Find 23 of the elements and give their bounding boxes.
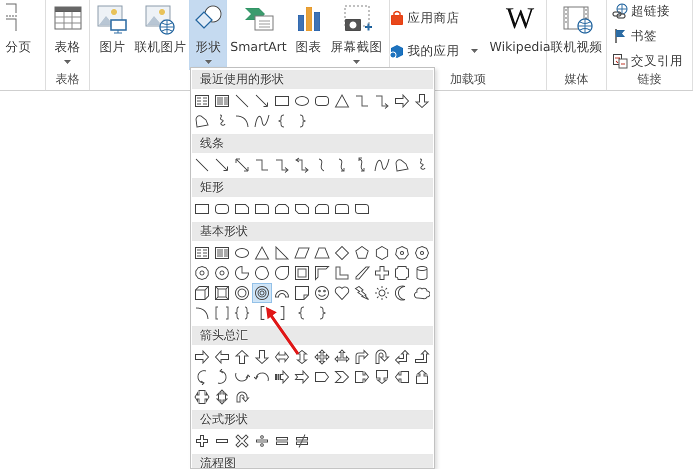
dropdown-button[interactable]: 表格: [50, 0, 86, 70]
group-label: 链接: [638, 72, 662, 86]
section-header: 箭头总汇: [192, 326, 433, 345]
group-label: 表格: [56, 72, 80, 86]
section-header: 矩形: [192, 178, 433, 197]
wikipedia-logo: W: [506, 3, 534, 35]
ribbon-button[interactable]: 超链接: [610, 1, 685, 22]
group-label: 加载项: [450, 72, 486, 86]
section-header: 线条: [192, 134, 433, 153]
ribbon-button[interactable]: 图片: [93, 0, 132, 70]
section-header: 公式形状: [192, 410, 433, 429]
section-header: 基本形状: [192, 222, 433, 241]
ribbon-button[interactable]: 书签: [610, 26, 685, 46]
ribbon-button[interactable]: 交叉引用: [610, 50, 685, 72]
dropdown-button[interactable]: 我的应用: [386, 40, 480, 62]
section-header: 最近使用的形状: [192, 70, 433, 89]
dropdown-button[interactable]: 形状: [189, 0, 228, 70]
ribbon-button[interactable]: 联机视频: [548, 0, 604, 70]
ribbon-button[interactable]: 应用商店: [386, 8, 480, 29]
ribbon-button[interactable]: 联机图片: [131, 0, 190, 70]
ribbon-button[interactable]: 图表: [290, 0, 328, 70]
group-label: 媒体: [564, 72, 588, 86]
ribbon-button[interactable]: 分页: [4, 0, 34, 70]
